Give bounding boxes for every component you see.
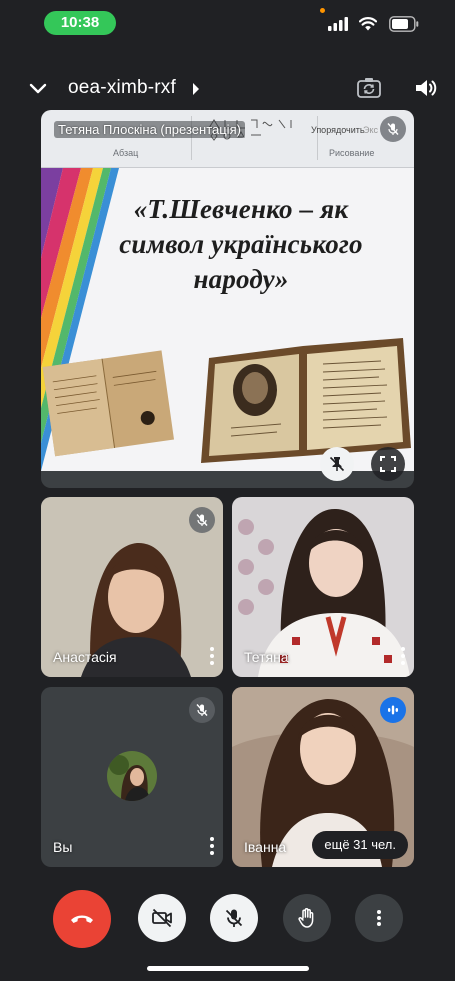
home-indicator[interactable] <box>147 966 309 971</box>
call-controls <box>0 890 455 950</box>
hand-icon <box>298 908 314 928</box>
mic-in-use-indicator <box>320 8 325 13</box>
fullscreen-button[interactable] <box>371 447 405 481</box>
mic-off-button[interactable] <box>210 894 258 942</box>
participant-muted-badge <box>189 507 215 533</box>
ribbon-command-faded: Экс <box>363 125 379 135</box>
mic-off-icon <box>387 123 399 135</box>
signal-icon <box>328 17 348 31</box>
ribbon-group-drawing: Рисование <box>329 148 375 158</box>
switch-camera-icon[interactable] <box>357 77 381 99</box>
participant-muted-badge <box>189 697 215 723</box>
more-vert-icon <box>377 910 381 926</box>
status-bar: 10:38 <box>0 0 455 48</box>
shared-slide: «Т.Шевченко – як символ українського нар… <box>41 168 414 471</box>
presenter-muted-badge <box>380 116 406 142</box>
participant-name: Вы <box>53 839 73 855</box>
ribbon-command-arrange: Упорядочить <box>311 125 365 135</box>
participant-name: Анастасія <box>53 649 117 665</box>
video-off-icon <box>152 908 172 928</box>
speaker-icon[interactable] <box>414 76 438 100</box>
slide-editor-ribbon: Упорядочить Экс Абзац Рисование <box>41 110 414 168</box>
mic-off-icon <box>196 704 208 716</box>
fullscreen-icon <box>380 456 396 472</box>
presentation-tile[interactable]: Упорядочить Экс Абзац Рисование Тетяна П… <box>41 110 414 488</box>
presentation-bottom-bar <box>41 471 414 488</box>
mic-off-icon <box>196 514 208 526</box>
avatar <box>107 751 157 801</box>
audio-level-icon <box>388 705 398 715</box>
participant-more-icon[interactable] <box>209 647 215 665</box>
participant-tile-anastasiia[interactable]: Анастасія <box>41 497 223 677</box>
battery-icon <box>389 16 419 32</box>
raise-hand-button[interactable] <box>283 894 331 942</box>
participant-more-icon[interactable] <box>209 837 215 855</box>
presenter-label: Тетяна Плоскіна (презентація) <box>54 121 245 138</box>
participant-tile-ivanna[interactable]: Іванна ещё 31 чел. <box>232 687 414 867</box>
phone-hangup-icon <box>71 915 93 923</box>
books-illustration <box>42 338 411 463</box>
participant-name: Іванна <box>244 839 287 855</box>
unpin-button[interactable] <box>320 447 354 481</box>
participant-more-icon[interactable] <box>400 647 406 665</box>
slide-title: «Т.Шевченко – як символ українського нар… <box>71 192 411 297</box>
participant-tile-self[interactable]: Вы <box>41 687 223 867</box>
participant-tile-tetiana[interactable]: Тетяна <box>232 497 414 677</box>
speaking-indicator <box>380 697 406 723</box>
participant-name: Тетяна <box>244 649 289 665</box>
status-time: 10:38 <box>44 11 116 35</box>
meeting-code[interactable]: oea-ximb-rxf <box>68 77 176 99</box>
more-options-button[interactable] <box>355 894 403 942</box>
slide-title-line: «Т.Шевченко – як <box>133 194 349 224</box>
ribbon-group-paragraph: Абзац <box>113 148 139 158</box>
mic-off-icon <box>225 909 243 927</box>
slide-title-line: символ українського <box>119 229 363 259</box>
wifi-icon <box>359 17 377 31</box>
meeting-header: oea-ximb-rxf <box>0 70 455 108</box>
slide-title-line: народу» <box>193 264 289 294</box>
camera-off-button[interactable] <box>138 894 186 942</box>
more-participants-chip[interactable]: ещё 31 чел. <box>312 831 408 859</box>
chevron-down-icon[interactable] <box>28 79 48 99</box>
caret-right-icon[interactable] <box>192 83 200 95</box>
hang-up-button[interactable] <box>53 890 111 948</box>
unpin-icon <box>329 456 345 472</box>
